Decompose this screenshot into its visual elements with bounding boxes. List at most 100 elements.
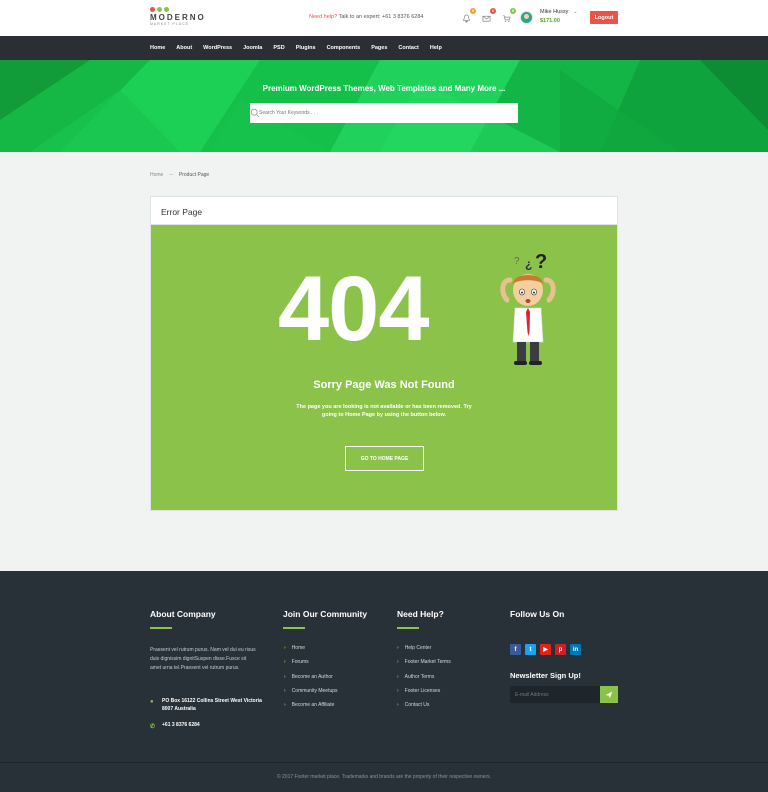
footer-follow: Follow Us On [510, 609, 564, 619]
cart-icon [502, 14, 511, 22]
footer-follow-title: Follow Us On [510, 609, 565, 619]
error-heading: Sorry Page Was Not Found [313, 379, 455, 391]
chevron-right-icon: › [284, 659, 286, 666]
newsletter-submit-button[interactable] [600, 686, 618, 703]
footer-link[interactable]: › Forums [284, 659, 338, 673]
twitter-icon[interactable]: t [525, 644, 536, 655]
search-input[interactable] [259, 108, 489, 118]
messages-button[interactable]: 0 [479, 8, 496, 25]
logout-button[interactable]: Logout [590, 11, 618, 24]
user-balance: $171.00 [540, 18, 560, 24]
footer-address-text: PO Box 16122 Collins Street West Victori… [162, 698, 262, 712]
chevron-right-icon: › [284, 673, 286, 680]
logo-dots [150, 7, 206, 12]
youtube-icon[interactable]: ▶ [540, 644, 551, 655]
newsletter-email-input[interactable] [510, 686, 600, 703]
chevron-right-icon: › [284, 702, 286, 709]
envelope-icon [482, 15, 490, 22]
chevron-down-icon: ⌄ [572, 9, 578, 15]
pinterest-icon[interactable]: p [555, 644, 566, 655]
search-icon[interactable] [250, 108, 260, 118]
footer-phone-text: +61 3 8376 6284 [162, 722, 200, 728]
svg-text:?: ? [535, 251, 547, 273]
footer-link[interactable]: › Contact Us [397, 702, 451, 716]
messages-badge: 0 [490, 8, 496, 14]
logo[interactable]: MODERNO MARKET PLACE [150, 7, 206, 26]
footer-address: ● PO Box 16122 Collins Street West Victo… [150, 697, 265, 713]
nav-help[interactable]: Help [430, 45, 442, 51]
nav-contact[interactable]: Contact [398, 45, 418, 51]
user-name: Mike Hussy [540, 9, 569, 15]
breadcrumb-separator: – [169, 172, 173, 178]
chevron-right-icon: › [284, 645, 286, 651]
chevron-right-icon: › [397, 687, 399, 694]
phone-icon: ✆ [150, 724, 156, 730]
avatar[interactable] [520, 11, 533, 24]
footer-link[interactable]: › Become an Author [284, 674, 338, 688]
helpline: Need help? Talk to an expert: +61 3 8376… [309, 14, 423, 20]
notifications-button[interactable]: 0 [459, 8, 476, 25]
logo-name: MODERNO [150, 13, 206, 22]
footer-link[interactable]: › Home [284, 645, 338, 659]
footer-help-title: Need Help? [397, 609, 444, 619]
breadcrumb-current: Product Page [178, 172, 210, 178]
breadcrumb: Home – Product Page [150, 172, 209, 178]
footer: About Company Praesent vel rutrum purus.… [0, 571, 768, 792]
bell-icon [462, 14, 470, 23]
footer-link[interactable]: › Footer Licenses [397, 688, 451, 702]
footer-phone: ✆ +61 3 8376 6284 [150, 722, 200, 730]
error-card-header: Error Page [151, 197, 617, 225]
chevron-right-icon: › [397, 673, 399, 680]
footer-about: About Company [150, 609, 216, 629]
user-menu[interactable]: Mike Hussy ⌄ [540, 9, 578, 15]
social-links: f t ▶ p in [510, 644, 581, 655]
footer-underline [283, 627, 305, 629]
nav-plugins[interactable]: Plugins [296, 45, 316, 51]
chevron-right-icon: › [397, 702, 399, 709]
footer-link[interactable]: › Help Center [397, 645, 451, 659]
main-nav: Home About WordPress Joomla PSD Plugins … [0, 36, 768, 60]
error-code: 404 [278, 258, 429, 360]
chevron-right-icon: › [284, 687, 286, 694]
go-home-button[interactable]: GO TO HOME PAGE [345, 446, 424, 471]
notifications-badge: 0 [470, 8, 476, 14]
chevron-right-icon: › [397, 645, 399, 651]
footer-underline [150, 627, 172, 629]
help-label: Need help? [309, 14, 338, 20]
confused-man-illustration: ? ¿ ? [500, 251, 556, 365]
top-header: MODERNO MARKET PLACE Need help? Talk to … [0, 0, 768, 36]
map-pin-icon: ● [150, 699, 154, 705]
footer-link[interactable]: › Footer Market Terms [397, 659, 451, 673]
footer-help-links: › Help Center › Footer Market Terms › Autho… [397, 645, 451, 716]
error-card: Error Page 404 ? ¿ ? Sorry Page Was Not … [150, 196, 618, 511]
hero-title: Premium WordPress Themes, Web Templates … [262, 84, 506, 93]
footer-about-title: About Company [150, 609, 216, 619]
nav-home[interactable]: Home [150, 45, 165, 51]
cart-badge: 0 [510, 8, 516, 14]
cart-button[interactable]: 0 [499, 8, 516, 25]
breadcrumb-home[interactable]: Home [150, 172, 163, 178]
newsletter-title: Newsletter Sign Up! [510, 671, 581, 680]
nav-pages[interactable]: Pages [371, 45, 387, 51]
nav-wordpress[interactable]: WordPress [203, 45, 232, 51]
footer-community-links: › Home › Forums › Become an Author › Communi… [284, 645, 338, 716]
nav-components[interactable]: Components [327, 45, 361, 51]
nav-joomla[interactable]: Joomla [243, 45, 262, 51]
help-text: Talk to an expert: +61 3 8376 6284 [338, 14, 424, 20]
footer-link[interactable]: › Community Meetups [284, 688, 338, 702]
footer-link[interactable]: › Author Terms [397, 674, 451, 688]
chevron-right-icon: › [397, 659, 399, 666]
logo-subtitle: MARKET PLACE [150, 22, 189, 26]
footer-about-text: Praesent vel rutrum purus. Nam vel dui e… [150, 647, 256, 671]
copyright: © 2017 Footer market place. Trademarks a… [276, 774, 492, 780]
error-message: The page you are looking is not availabl… [296, 404, 472, 418]
footer-link[interactable]: › Become an Affiliate [284, 702, 338, 716]
footer-community: Join Our Community [283, 609, 367, 629]
facebook-icon[interactable]: f [510, 644, 521, 655]
linkedin-icon[interactable]: in [570, 644, 581, 655]
svg-text:?: ? [514, 256, 520, 267]
nav-about[interactable]: About [176, 45, 192, 51]
svg-text:¿: ¿ [525, 257, 532, 271]
footer-divider [0, 762, 768, 763]
nav-psd[interactable]: PSD [273, 45, 284, 51]
